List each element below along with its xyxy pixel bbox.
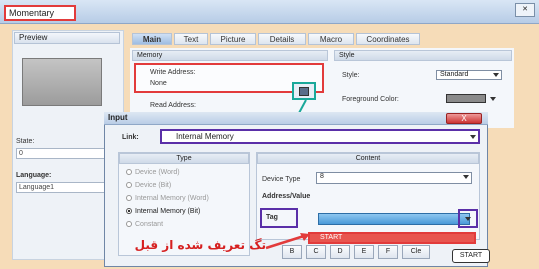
read-address-label: Read Address: xyxy=(150,102,196,109)
style-label: Style: xyxy=(342,72,360,79)
preview-tab[interactable]: Preview xyxy=(14,32,120,44)
chevron-down-icon[interactable] xyxy=(490,97,496,101)
write-address-label: Write Address: xyxy=(150,69,196,76)
link-dropdown-value: Internal Memory xyxy=(176,132,234,141)
chevron-down-icon xyxy=(470,135,476,139)
style-section-header: Style xyxy=(334,50,512,61)
tab-picture[interactable]: Picture xyxy=(210,33,256,45)
radio-icon xyxy=(126,221,132,228)
state-label: State: xyxy=(16,138,35,145)
device-type-label: Device Type xyxy=(262,176,301,183)
tab-coordinates[interactable]: Coordinates xyxy=(356,33,420,45)
foreground-color-label: Foreground Color: xyxy=(342,96,399,103)
key-d[interactable]: D xyxy=(330,245,350,259)
type-option-label: Internal Memory (Word) xyxy=(135,195,209,202)
device-type-value: 8 xyxy=(320,173,324,180)
key-f[interactable]: F xyxy=(378,245,398,259)
type-option-device-bit[interactable]: Device (Bit) xyxy=(126,180,171,191)
button-preview xyxy=(22,58,102,106)
state-field[interactable]: 0 xyxy=(16,148,114,159)
tag-dropdown[interactable] xyxy=(318,213,470,225)
key-clear[interactable]: Cle xyxy=(402,245,430,259)
type-option-device-word[interactable]: Device (Word) xyxy=(126,167,180,178)
language-field[interactable]: Language1 xyxy=(16,182,114,193)
memory-section-header: Memory xyxy=(132,50,328,61)
type-option-label: Constant xyxy=(135,221,164,228)
chevron-down-icon xyxy=(493,73,499,77)
type-option-label: Internal Memory (Bit) xyxy=(135,208,201,215)
keypad-icon xyxy=(299,87,309,96)
link-dropdown[interactable]: Internal Memory xyxy=(160,129,480,144)
radio-selected-icon xyxy=(126,208,132,215)
write-address-value[interactable]: None xyxy=(150,80,167,87)
tag-option-start[interactable]: START xyxy=(308,232,476,244)
type-option-internal-word[interactable]: Internal Memory (Word) xyxy=(126,193,209,204)
link-label: Link: xyxy=(122,134,139,141)
tag-label: Tag xyxy=(266,214,278,221)
type-option-label: Device (Bit) xyxy=(135,182,172,189)
window-title: Momentary xyxy=(4,5,76,21)
annotation-arrow-icon xyxy=(265,233,310,250)
tab-details[interactable]: Details xyxy=(258,33,306,45)
radio-icon xyxy=(126,169,132,176)
key-e[interactable]: E xyxy=(354,245,374,259)
input-dialog-title: Input xyxy=(104,112,488,125)
foreground-color-swatch[interactable] xyxy=(446,94,486,103)
type-option-constant[interactable]: Constant xyxy=(126,219,163,230)
chevron-down-icon xyxy=(463,175,469,179)
type-header: Type xyxy=(119,153,249,164)
device-type-dropdown[interactable]: 8 xyxy=(316,172,472,184)
chevron-down-icon xyxy=(465,217,471,221)
radio-icon xyxy=(126,182,132,189)
type-option-label: Device (Word) xyxy=(135,169,180,176)
tab-macro[interactable]: Macro xyxy=(308,33,354,45)
language-label: Language: xyxy=(16,172,52,179)
annotation-text: تگ تعریف شده از قبل xyxy=(134,238,266,252)
content-header: Content xyxy=(257,153,479,164)
type-option-internal-bit[interactable]: Internal Memory (Bit) xyxy=(126,206,200,217)
tag-tooltip: START xyxy=(452,249,490,263)
style-dropdown[interactable]: Standard xyxy=(436,70,502,80)
window-titlebar xyxy=(0,0,539,24)
tab-text[interactable]: Text xyxy=(174,33,208,45)
dialog-close-button[interactable]: X xyxy=(446,113,482,124)
tag-dropdown-arrow-box[interactable] xyxy=(458,209,478,228)
address-value-label: Address/Value xyxy=(262,193,311,200)
radio-icon xyxy=(126,195,132,202)
window-close-button[interactable]: ✕ xyxy=(515,3,535,17)
tab-main[interactable]: Main xyxy=(132,33,172,45)
style-dropdown-value: Standard xyxy=(440,71,469,78)
